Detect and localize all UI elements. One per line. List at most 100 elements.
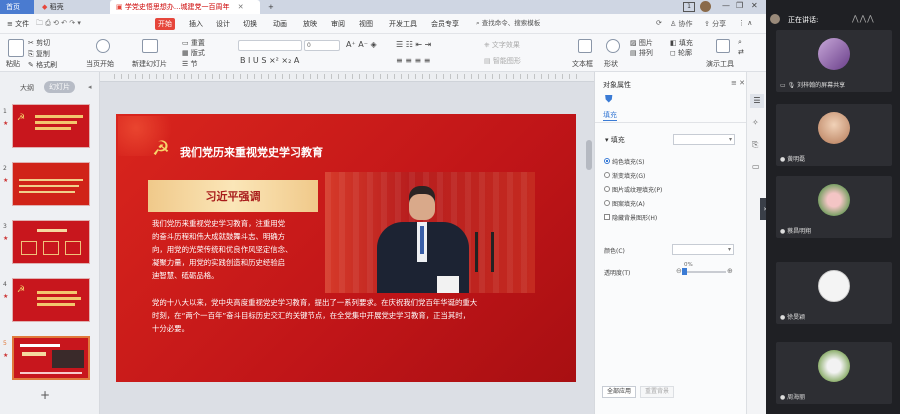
menu-developer[interactable]: 开发工具	[386, 18, 420, 30]
star-icon: ★	[3, 177, 9, 184]
slide-thumbnail-5[interactable]	[12, 336, 90, 380]
layers-icon[interactable]: ▭	[752, 162, 760, 171]
picture-fill-radio[interactable]	[604, 186, 610, 192]
slide-thumbnail-4[interactable]: ☭	[12, 278, 90, 322]
outline-tab[interactable]: 大纲	[20, 83, 34, 93]
collab-button[interactable]: ♙ 协作	[670, 19, 693, 29]
smart-shape-button[interactable]: ▤ 智能图形	[484, 56, 521, 66]
reset-button[interactable]: ▭ 重置	[182, 38, 205, 48]
find-icon[interactable]: ⌕	[738, 38, 742, 47]
play-from-current-label[interactable]: 当页开始	[86, 59, 114, 69]
cut-button[interactable]: ✂ 剪切	[28, 38, 50, 48]
tab-home[interactable]: 首页	[0, 0, 34, 14]
video-tile-sharing[interactable]: ▭ 🎙 刘梓翰的屏幕共享	[776, 30, 892, 92]
menu-review[interactable]: 审阅	[328, 18, 348, 30]
more-icon[interactable]: ⋮ ∧	[738, 19, 752, 27]
restore-button[interactable]: ❐	[736, 1, 743, 10]
font-name-combo[interactable]	[238, 40, 302, 51]
transparency-slider[interactable]	[684, 271, 726, 273]
play-icon[interactable]	[96, 39, 110, 53]
menu-animation[interactable]: 动画	[270, 18, 290, 30]
text-box-icon[interactable]	[578, 39, 592, 53]
pattern-fill-radio[interactable]	[604, 200, 610, 206]
shape-label[interactable]: 形状	[604, 59, 618, 69]
video-tile-participant[interactable]: ● 黄明磊	[776, 104, 892, 166]
slide-thumbnail-1[interactable]: ☭	[12, 104, 90, 148]
color-dropdown[interactable]: ▾	[672, 244, 734, 255]
gradient-fill-radio[interactable]	[604, 172, 610, 178]
slide[interactable]: ☭ 我们党历来重视党史学习教育 习近平强调 我们党历来重视党史学习教育，注重用党…	[116, 114, 576, 382]
format-icon[interactable]: ⎘	[752, 140, 758, 150]
outline-button[interactable]: ◻ 轮廓	[670, 48, 692, 58]
align-icons[interactable]: ≡ ≡ ≡ ≡	[396, 56, 430, 65]
transparency-decrease[interactable]: ⊖	[676, 267, 682, 275]
video-tile-participant[interactable]: ● 徐旻颖	[776, 262, 892, 324]
slide-thumbnail-3[interactable]	[12, 220, 90, 264]
menu-file[interactable]: ≡ 文件	[4, 18, 32, 30]
fill-type-dropdown[interactable]: ▾	[673, 134, 735, 145]
sync-icon[interactable]: ⟳	[656, 19, 662, 27]
share-button[interactable]: ⇪ 分享	[704, 19, 726, 29]
paste-icon[interactable]	[8, 39, 24, 57]
command-search[interactable]: ⌕ 查找命令、搜索模板	[476, 17, 556, 30]
layout-button[interactable]: ▦ 版式	[182, 48, 205, 58]
image-button[interactable]: ▨ 图片	[630, 38, 653, 48]
add-slide-button[interactable]: +	[40, 388, 50, 402]
menu-insert[interactable]: 插入	[186, 18, 206, 30]
text-effect-button[interactable]: ⎈ 文字效果	[484, 40, 520, 50]
arrange-button[interactable]: ▤ 排列	[630, 48, 653, 58]
new-slide-icon[interactable]	[142, 39, 158, 53]
vertical-scrollbar[interactable]	[586, 140, 592, 170]
replace-button[interactable]: ⇄	[738, 48, 744, 56]
solid-fill-radio[interactable]	[604, 158, 610, 164]
font-size-combo[interactable]: 0	[304, 40, 340, 51]
collapse-pane-icon[interactable]: ◂	[88, 83, 92, 91]
quick-access-icons[interactable]: 🗀 ⎙ ⟲ ↶ ↷ ▾	[36, 19, 81, 30]
paste-label[interactable]: 粘贴	[6, 59, 20, 69]
menu-home[interactable]: 开始	[155, 18, 175, 30]
new-tab-button[interactable]: +	[262, 0, 276, 14]
slide-thumbnail-2[interactable]	[12, 162, 90, 206]
paragraph-2-line: 时刻，在“两个一百年”奋斗目标历史交汇的关键节点，在全党集中开展党史学习教育，正…	[152, 311, 471, 320]
menu-view[interactable]: 视图	[356, 18, 376, 30]
menu-transition[interactable]: 切换	[240, 18, 260, 30]
tab-wps[interactable]: ◆ 稻壳	[36, 0, 106, 14]
close-window-button[interactable]: ✕	[751, 1, 758, 10]
fill-section-title[interactable]: ▾ 填充	[605, 135, 625, 145]
transparency-increase[interactable]: ⊕	[727, 267, 733, 275]
hide-bg-checkbox[interactable]	[604, 214, 610, 220]
paragraph-2-line: 十分必要。	[152, 324, 189, 333]
section-button[interactable]: ☰ 节	[182, 59, 198, 69]
fill-tab[interactable]: 填充	[603, 110, 617, 121]
properties-icon[interactable]: ☰	[750, 94, 764, 108]
user-avatar[interactable]	[700, 1, 711, 12]
format-painter-button[interactable]: ✎ 格式刷	[28, 60, 57, 70]
thumb-banner	[22, 352, 46, 356]
font-style-icons[interactable]: B I U S ×² ×₂ A	[240, 56, 299, 65]
present-tool-icon[interactable]	[716, 39, 730, 53]
reset-background-button[interactable]: 重置背景	[640, 386, 674, 398]
shape-icon[interactable]	[606, 39, 620, 53]
copy-button[interactable]: ⎘ 复制	[28, 49, 50, 59]
participant-avatar	[818, 184, 850, 216]
new-slide-label[interactable]: 新建幻灯片	[132, 59, 167, 69]
slides-tab[interactable]: 幻灯片	[44, 81, 75, 93]
fill-bucket-icon[interactable]: ⛊	[605, 94, 613, 105]
paragraph-icons[interactable]: ☰ ☷ ⇤ ⇥	[396, 40, 431, 49]
tab-document[interactable]: ▣ 学党史悟思想办...城建党一百周年 ✕	[110, 0, 260, 14]
fill-button[interactable]: ◧ 填充	[670, 38, 693, 48]
video-tile-participant[interactable]: ● 蔡昌明翔	[776, 176, 892, 238]
present-tool-label[interactable]: 演示工具	[706, 59, 734, 69]
minimize-button[interactable]: —	[722, 1, 730, 10]
font-grow-icon[interactable]: A⁺ A⁻ ◈	[346, 40, 377, 49]
close-tab-icon[interactable]: ✕	[238, 3, 244, 11]
menu-slideshow[interactable]: 放映	[300, 18, 320, 30]
menu-member[interactable]: 会员专享	[428, 18, 462, 30]
menu-design[interactable]: 设计	[213, 18, 233, 30]
transparency-slider-handle[interactable]	[682, 268, 687, 275]
apply-all-button[interactable]: 全部应用	[602, 386, 636, 398]
video-tile-participant[interactable]: ● 周海丽	[776, 342, 892, 404]
animation-icon[interactable]: ✧	[752, 118, 759, 127]
pane-menu-icon[interactable]: ≡ ✕	[731, 79, 745, 87]
text-box-label[interactable]: 文本框	[572, 59, 593, 69]
